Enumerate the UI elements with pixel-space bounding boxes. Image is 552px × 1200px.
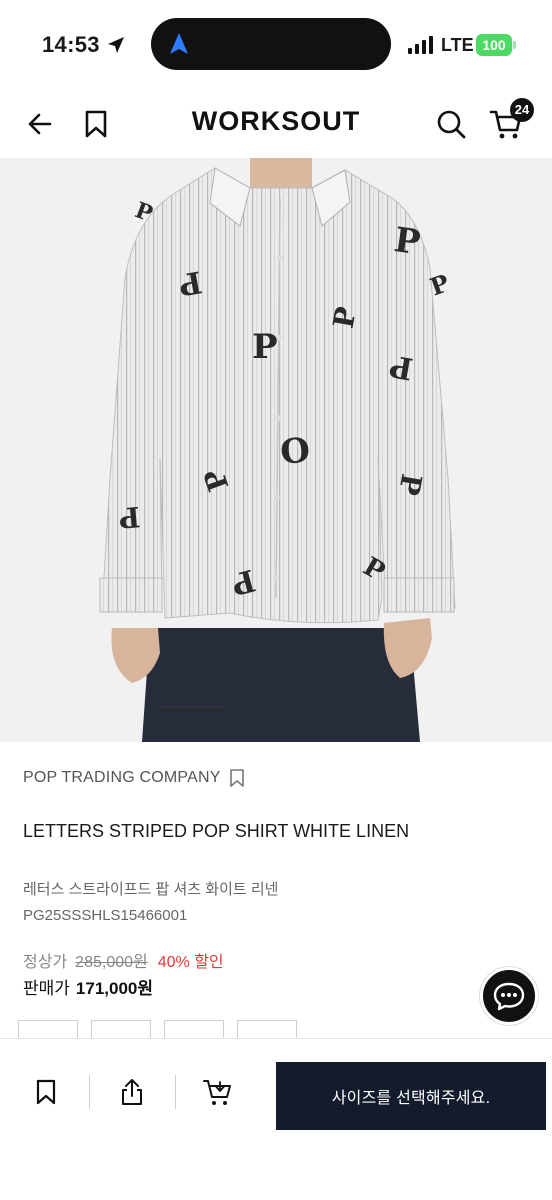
battery-tip [513,41,516,49]
share-icon [122,1079,142,1105]
cart-button[interactable]: 24 [486,98,534,144]
network-type: LTE [441,35,474,55]
wishlist-button[interactable] [30,1075,62,1109]
regular-price-row: 정상가 285,000원 40% 할인 [23,948,224,972]
signal-bars-icon [408,36,433,54]
product-name: LETTERS STRIPED POP SHIRT WHITE LINEN [23,821,410,841]
sale-price: 171,000원 [75,979,154,998]
divider [175,1075,176,1109]
regular-price: 285,000원 [75,954,148,971]
discount-rate: 40% 할인 [157,954,224,971]
bottom-action-bar: 사이즈를 선택해주세요. [0,1038,552,1200]
add-to-cart-button[interactable] [202,1075,234,1109]
location-arrow-icon [108,37,124,53]
clock: 14:53 [42,32,100,57]
battery-indicator: 100 [476,34,512,56]
share-button[interactable] [116,1075,148,1109]
product-image[interactable]: P P P P P O P P P P P P P [0,158,552,742]
color-thumbnails [18,1020,297,1040]
product-code: PG25SSSHLS15466001 [23,907,188,924]
navigation-arrow-icon [170,33,188,54]
cart-count-badge: 24 [510,98,534,122]
search-icon [437,110,466,139]
svg-text:O: O [279,430,312,472]
chat-button[interactable] [480,967,538,1025]
cart-plus-icon [203,1080,231,1105]
svg-text:P: P [252,327,278,367]
select-size-button[interactable]: 사이즈를 선택해주세요. [276,1062,546,1130]
brand-row: POP TRADING COMPANY [23,768,245,788]
image-page-indicator [160,706,224,708]
app-header: WORKSOUT 24 [0,92,552,156]
divider [89,1075,90,1109]
color-thumbnail[interactable] [18,1020,78,1040]
product-photo: P P P P P O P P P P P P P [0,158,552,742]
sale-price-label: 판매가 [23,979,70,998]
sale-price-row: 판매가 171,000원 [23,974,153,999]
brand-name[interactable]: POP TRADING COMPANY [23,769,221,787]
dynamic-island [151,18,391,70]
color-thumbnail[interactable] [91,1020,151,1040]
chat-bubble-icon [493,982,525,1011]
search-button[interactable] [431,104,471,144]
color-thumbnail[interactable] [164,1020,224,1040]
regular-price-label: 정상가 [23,954,68,971]
svg-text:P: P [117,500,141,535]
status-bar: 14:53 LTE 100 [0,0,552,92]
color-thumbnail[interactable] [237,1020,297,1040]
brand-bookmark-icon[interactable] [229,768,245,788]
product-name-korean: 레터스 스트라이프드 팝 셔츠 화이트 리넨 [23,881,279,898]
bookmark-icon [36,1079,56,1105]
